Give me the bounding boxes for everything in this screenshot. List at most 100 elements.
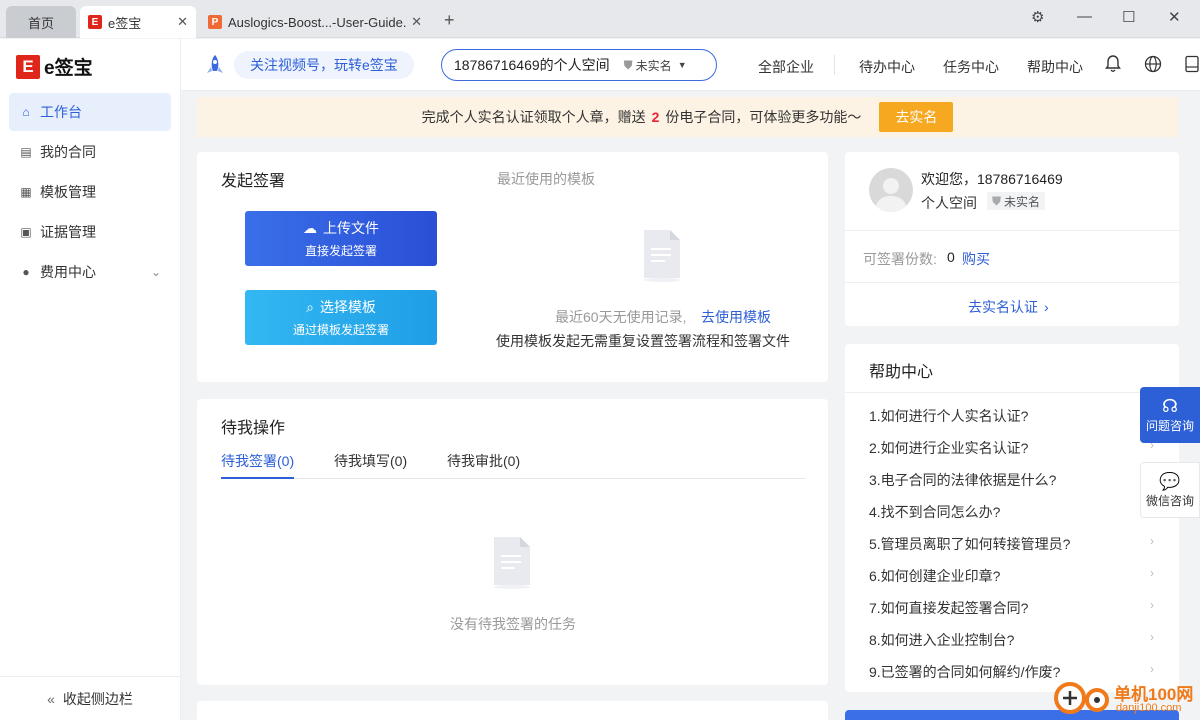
empty-document-icon bbox=[644, 230, 680, 282]
sidebar: E e签宝 ⌂ 工作台 ▤ 我的合同 ▦ 模板管理 ▣ 证据管理 ● 费用中心 … bbox=[0, 39, 181, 720]
logo-text: e签宝 bbox=[44, 58, 93, 79]
headset-icon: ☊ bbox=[1162, 396, 1178, 416]
tab-pending-sign[interactable]: 待我签署(0) bbox=[221, 451, 294, 471]
buy-link[interactable]: 购买 bbox=[962, 249, 990, 269]
use-template-link[interactable]: 去使用模板 bbox=[701, 307, 771, 327]
sidebar-item-cost[interactable]: ● 费用中心 ⌄ bbox=[9, 253, 171, 291]
wechat-consult-label: 微信咨询 bbox=[1145, 493, 1194, 508]
close-icon[interactable]: ✕ bbox=[177, 14, 188, 30]
sidebar-item-label: 工作台 bbox=[40, 104, 82, 120]
sidebar-item-label: 我的合同 bbox=[40, 144, 96, 160]
initiate-sign-title: 发起签署 bbox=[221, 173, 286, 190]
logo-mark-icon: E bbox=[16, 54, 40, 79]
select-template-label: 选择模板 bbox=[319, 299, 376, 315]
sidebar-item-evidence[interactable]: ▣ 证据管理 bbox=[9, 213, 171, 251]
select-template-sublabel: 通过模板发起签署 bbox=[292, 323, 389, 337]
sidebar-item-templates[interactable]: ▦ 模板管理 bbox=[9, 173, 171, 211]
space-switcher[interactable]: 18786716469的个人空间 ⛊ 未实名 ▼ bbox=[441, 49, 717, 81]
welcome-text: 欢迎您，18786716469 bbox=[921, 171, 1063, 187]
chevron-right-icon: › bbox=[1150, 630, 1154, 644]
tab-home-label: 首页 bbox=[27, 15, 54, 31]
sidebar-item-contracts[interactable]: ▤ 我的合同 bbox=[9, 133, 171, 171]
new-tab-icon[interactable]: + bbox=[444, 10, 455, 31]
help-item[interactable]: 4.找不到合同怎么办?› bbox=[869, 502, 1154, 522]
todo-empty-text: 没有待我签署的任务 bbox=[450, 616, 576, 632]
contract-icon: ▤ bbox=[20, 145, 32, 159]
double-chevron-left-icon: « bbox=[47, 690, 55, 707]
profile-status-badge: ⛊ 未实名 bbox=[987, 192, 1046, 210]
help-item[interactable]: 2.如何进行企业实名认证? › bbox=[869, 438, 1154, 458]
browser-tab-bar: 首页 E e签宝 ✕ P Auslogics-Boost...-User-Gui… bbox=[0, 0, 1200, 38]
nav-task-center[interactable]: 任务中心 bbox=[943, 57, 999, 77]
cloud-upload-icon: ☁ bbox=[303, 219, 317, 236]
verification-banner: 完成个人实名认证领取个人章，赠送 2 份电子合同，可体验更多功能～ 去实名 bbox=[197, 97, 1178, 137]
bookmark-icon: ▣ bbox=[20, 225, 32, 239]
home-icon: ⌂ bbox=[22, 105, 30, 119]
todo-tabs: 待我签署(0) 待我填写(0) 待我审批(0) bbox=[221, 451, 806, 479]
nav-todo-center[interactable]: 待办中心 bbox=[859, 57, 915, 77]
maximize-icon[interactable]: ☐ bbox=[1122, 8, 1135, 26]
template-icon: ▦ bbox=[20, 185, 32, 199]
cost-icon: ● bbox=[22, 265, 30, 279]
rocket-icon bbox=[207, 55, 223, 73]
top-header: 关注视频号，玩转e签宝 18786716469的个人空间 ⛊ 未实名 ▼ 全部企… bbox=[181, 39, 1200, 91]
help-item[interactable]: 1.如何进行个人实名认证?› bbox=[869, 406, 1154, 426]
tab-pending-fill[interactable]: 待我填写(0) bbox=[334, 451, 407, 471]
banner-contract-count: 2 bbox=[651, 109, 660, 125]
caret-down-icon: ▼ bbox=[677, 60, 687, 70]
help-item[interactable]: 7.如何直接发起签署合同? › bbox=[869, 598, 1154, 618]
space-status-label: 未实名 bbox=[635, 58, 672, 73]
globe-icon[interactable] bbox=[1144, 55, 1162, 73]
site-watermark: 单机100网 danji100.com bbox=[1052, 676, 1200, 720]
template-search-icon: ⌕ bbox=[306, 298, 314, 315]
video-channel-promo[interactable]: 关注视频号，玩转e签宝 bbox=[234, 51, 414, 79]
help-item-label: 9.已签署的合同如何解约/作废? bbox=[869, 664, 1061, 680]
nav-help-center[interactable]: 帮助中心 bbox=[1027, 57, 1083, 77]
tab-home[interactable]: 首页 bbox=[6, 6, 76, 38]
template-desc-text: 使用模板发起无需重复设置签署流程和签署文件 bbox=[496, 333, 790, 349]
quota-value: 0 bbox=[947, 249, 955, 265]
shield-icon: ⛊ bbox=[623, 57, 633, 72]
bell-icon[interactable] bbox=[1105, 55, 1121, 73]
watermark-logo-icon bbox=[1054, 682, 1109, 714]
sidebar-item-workbench[interactable]: ⌂ 工作台 bbox=[9, 93, 171, 131]
tab-esign[interactable]: E e签宝 ✕ bbox=[80, 6, 196, 38]
profile-card: 欢迎您，18786716469 个人空间 ⛊ 未实名 可签署份数: 0 购买 去实… bbox=[845, 152, 1179, 326]
initiate-sign-card: 发起签署 ☁ 上传文件 直接发起签署 ⌕ 选择模板 通过模板发起签署 最近使用的模板… bbox=[197, 152, 828, 382]
help-item-label: 3.电子合同的法律依据是什么? bbox=[869, 472, 1057, 488]
upload-file-sublabel: 直接发起签署 bbox=[304, 244, 377, 258]
help-item[interactable]: 8.如何进入企业控制台? › bbox=[869, 630, 1154, 650]
device-icon[interactable] bbox=[1184, 55, 1200, 73]
logo[interactable]: E e签宝 bbox=[16, 53, 93, 80]
collapse-sidebar-button[interactable]: « 收起侧边栏 bbox=[0, 676, 180, 720]
sidebar-item-label: 模板管理 bbox=[40, 184, 96, 200]
verify-link[interactable]: 去实名认证 › bbox=[968, 297, 1049, 317]
settings-gear-icon[interactable]: ⚙ bbox=[1031, 8, 1044, 26]
close-icon[interactable]: ✕ bbox=[411, 14, 422, 30]
chevron-right-icon: › bbox=[1044, 299, 1049, 315]
help-item-label: 5.管理员离职了如何转接管理员? bbox=[869, 536, 1071, 552]
question-consult-button[interactable]: ☊ 问题咨询 bbox=[1140, 387, 1200, 443]
recent-empty-text: 最近60天无使用记录, bbox=[555, 309, 687, 325]
help-item[interactable]: 5.管理员离职了如何转接管理员? › bbox=[869, 534, 1154, 554]
active-tab-underline bbox=[221, 477, 294, 479]
upload-file-button[interactable]: ☁ 上传文件 直接发起签署 bbox=[245, 211, 437, 266]
wechat-consult-button[interactable]: 💬 微信咨询 bbox=[1140, 462, 1200, 518]
help-item-label: 6.如何创建企业印章? bbox=[869, 568, 1001, 584]
select-template-button[interactable]: ⌕ 选择模板 通过模板发起签署 bbox=[245, 290, 437, 345]
minimize-icon[interactable]: — bbox=[1077, 8, 1092, 25]
chevron-down-icon: ⌄ bbox=[150, 265, 161, 279]
tab-pending-approve[interactable]: 待我审批(0) bbox=[447, 451, 520, 471]
help-item[interactable]: 6.如何创建企业印章? › bbox=[869, 566, 1154, 586]
wechat-icon: 💬 bbox=[1159, 471, 1181, 491]
tab-guide[interactable]: P Auslogics-Boost...-User-Guide. ✕ bbox=[200, 6, 430, 38]
window-close-icon[interactable]: ✕ bbox=[1168, 8, 1181, 26]
banner-text-a: 完成个人实名认证领取个人章，赠送 bbox=[421, 109, 646, 125]
banner-text-b: 份电子合同，可体验更多功能～ bbox=[665, 109, 862, 125]
pdf-favicon-icon: P bbox=[208, 15, 222, 29]
go-verify-button[interactable]: 去实名 bbox=[879, 102, 954, 132]
help-item[interactable]: 3.电子合同的法律依据是什么?› bbox=[869, 470, 1154, 490]
help-item-label: 4.找不到合同怎么办? bbox=[869, 504, 1001, 520]
nav-all-enterprises[interactable]: 全部企业 bbox=[758, 57, 814, 77]
collapse-sidebar-label: 收起侧边栏 bbox=[62, 690, 133, 707]
